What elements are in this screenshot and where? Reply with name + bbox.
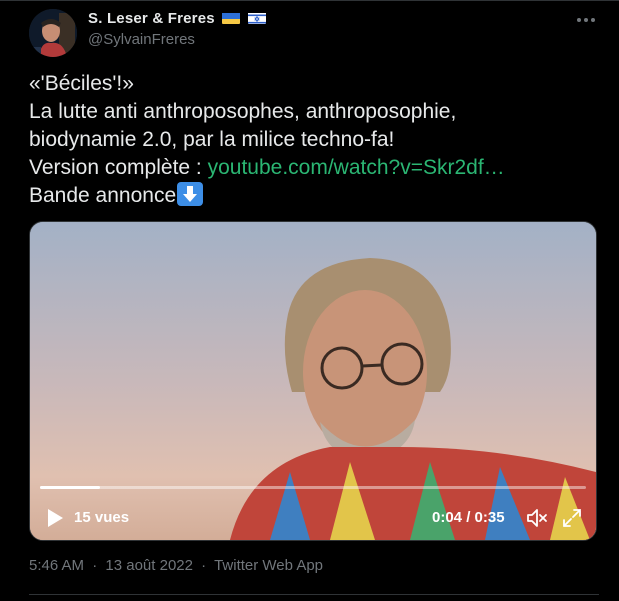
tweet-card: S. Leser & Freres @SylvainFreres «'Bécil… [0,0,619,601]
muted-speaker-icon [527,509,547,527]
ukraine-flag-icon [222,12,241,24]
fullscreen-icon [563,509,581,527]
fullscreen-button[interactable] [560,506,584,530]
tweet-source[interactable]: Twitter Web App [214,557,323,574]
bottom-divider [29,594,599,595]
video-frame [30,222,596,540]
tweet-line: La lutte anti anthroposophes, anthroposo… [29,100,457,123]
view-count: 15 vues [74,509,130,526]
tweet-line: biodynamie 2.0, par la milice techno-fa! [29,128,395,151]
avatar[interactable] [29,9,77,57]
down-arrow-emoji-icon [177,182,204,206]
tweet-time[interactable]: 5:46 AM [29,557,84,574]
youtube-link[interactable]: youtube.com/watch?v=Skr2df… [208,156,505,179]
tweet-date[interactable]: 13 août 2022 [105,557,193,574]
tweet-line-prefix: Version complète : [29,156,208,179]
tweet-text: «'Béciles'!» La lutte anti anthroposophe… [29,70,599,210]
display-name[interactable]: S. Leser & Freres [88,10,266,27]
tweet-line: Bande annonce [29,182,599,210]
progress-fill [40,486,101,489]
tweet-line-text: Bande annonce [29,184,177,207]
israel-flag-icon [247,12,266,24]
display-name-text: S. Leser & Freres [88,10,215,27]
meta-separator: · [92,557,98,574]
progress-bar[interactable] [40,486,586,489]
tweet-line: «'Béciles'!» [29,72,134,95]
meta-separator: · [201,557,207,574]
volume-button[interactable] [525,506,549,530]
play-icon [48,509,63,527]
tweet-line: Version complète : youtube.com/watch?v=S… [29,154,599,182]
handle[interactable]: @SylvainFreres [88,31,195,48]
video-time: 0:04 / 0:35 [432,509,505,526]
more-options-icon[interactable] [574,10,598,28]
video-player[interactable]: 15 vues 0:04 / 0:35 [29,221,597,541]
tweet-meta: 5:46 AM · 13 août 2022 · Twitter Web App [29,557,323,574]
top-divider [0,0,619,1]
play-button[interactable] [44,506,66,530]
